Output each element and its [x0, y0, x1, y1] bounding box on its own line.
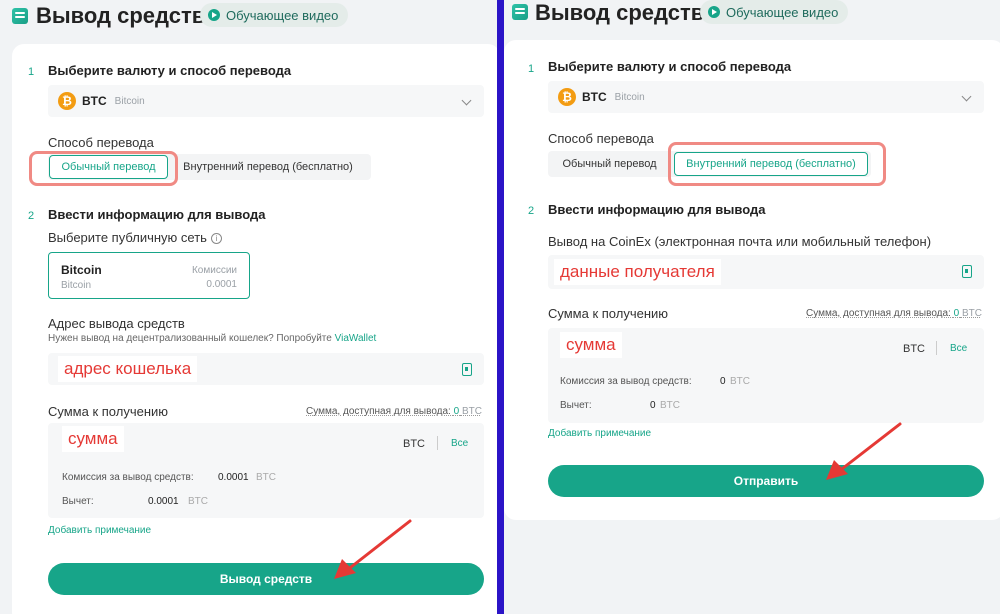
amount-currency: BTC [903, 343, 925, 355]
available-unit: BTC [461, 406, 482, 417]
address-label: Адрес вывода средств [48, 316, 185, 331]
chevron-down-icon [461, 95, 472, 106]
chevron-down-icon [961, 91, 972, 102]
tab-internal-transfer[interactable]: Внутренний перевод (бесплатно) [168, 155, 368, 179]
withdraw-logo-icon [12, 8, 28, 24]
deduct-unit: BTC [660, 400, 680, 411]
amount-annotation[interactable]: сумма [560, 332, 622, 358]
amount-label: Сумма к получению [548, 306, 669, 321]
tutorial-video-label: Обучающее видео [726, 4, 839, 20]
tutorial-video-label: Обучающее видео [226, 7, 339, 23]
available-label: Сумма, доступная для вывода: [306, 406, 451, 417]
currency-code: BTC [582, 90, 607, 104]
address-hint: Нужен вывод на децентрализованный кошеле… [48, 333, 376, 344]
currency-code: BTC [82, 94, 107, 108]
transfer-method-label: Способ перевода [548, 131, 654, 146]
address-hint-text: Нужен вывод на децентрализованный кошеле… [48, 333, 332, 344]
highlight-annotation [668, 142, 886, 186]
btc-icon: ₿ [58, 92, 76, 110]
available-balance[interactable]: Сумма, доступная для вывода: 0 BTC [806, 308, 982, 319]
fee-unit: BTC [730, 376, 750, 387]
recipient-annotation: данные получателя [554, 259, 721, 285]
currency-select[interactable]: ₿ BTC Bitcoin [48, 85, 484, 117]
transfer-method-label: Способ перевода [48, 135, 154, 150]
fee-unit: BTC [256, 472, 276, 483]
address-input[interactable]: адрес кошелька [48, 353, 484, 385]
deduct-unit: BTC [188, 496, 208, 507]
paste-icon[interactable] [462, 363, 472, 376]
available-value: 0 [953, 308, 960, 319]
step2-label: Ввести информацию для вывода [548, 202, 766, 217]
step-number: 1 [28, 66, 35, 78]
currency-select[interactable]: ₿ BTC Bitcoin [548, 81, 984, 113]
play-icon [708, 6, 720, 18]
network-fee-value: 0.0001 [206, 279, 237, 290]
fee-label: Комиссия за вывод средств: [560, 376, 692, 387]
amount-box: сумма BTC Все Комиссия за вывод средств:… [548, 328, 984, 423]
send-submit-button[interactable]: Отправить [548, 465, 984, 497]
step1-label: Выберите валюту и способ перевода [48, 63, 292, 78]
currency-name: Bitcoin [114, 95, 145, 107]
paste-icon[interactable] [962, 265, 972, 278]
btc-icon: ₿ [558, 88, 576, 106]
withdraw-form-card: 1 Выберите валюту и способ перевода ₿ BT… [504, 40, 1000, 520]
currency-name: Bitcoin [614, 91, 645, 103]
network-label-text: Выберите публичную сеть [48, 230, 207, 245]
withdraw-submit-button[interactable]: Вывод средств [48, 563, 484, 595]
add-note-link[interactable]: Добавить примечание [548, 428, 651, 439]
highlight-annotation [29, 151, 178, 186]
page-title: Вывод средств [535, 0, 705, 25]
separator [936, 341, 937, 355]
page-header: Вывод средств Обучающее видео [504, 0, 1000, 40]
play-icon [208, 9, 220, 21]
page-title: Вывод средств [36, 3, 206, 28]
separator [437, 436, 438, 450]
fee-value: 0.0001 [218, 472, 249, 483]
amount-currency: BTC [403, 438, 425, 450]
page-header: Вывод средств Обучающее видео [0, 0, 497, 40]
available-value: 0 [453, 406, 460, 417]
withdraw-panel-internal: Вывод средств Обучающее видео 1 Выберите… [504, 0, 1000, 614]
tab-standard-transfer[interactable]: Обычный перевод [549, 152, 670, 176]
amount-label: Сумма к получению [48, 404, 169, 419]
recipient-input[interactable]: данные получателя [548, 255, 984, 289]
network-fee-label: Комиссии [191, 265, 237, 276]
network-option-bitcoin[interactable]: Bitcoin Bitcoin Комиссии 0.0001 [48, 252, 250, 299]
withdraw-panel-standard: Вывод средств Обучающее видео 1 Выберите… [0, 0, 497, 614]
step-number: 2 [28, 210, 35, 222]
deduct-label: Вычет: [560, 400, 592, 411]
network-label: Выберите публичную сеть i [48, 230, 222, 245]
amount-all-button[interactable]: Все [950, 343, 967, 354]
available-balance[interactable]: Сумма, доступная для вывода: 0 BTC [306, 406, 482, 417]
amount-box: сумма BTC Все Комиссия за вывод средств:… [48, 423, 484, 518]
tutorial-video-button[interactable]: Обучающее видео [200, 3, 349, 27]
tutorial-video-button[interactable]: Обучающее видео [700, 0, 849, 24]
address-annotation: адрес кошелька [58, 356, 198, 382]
network-name: Bitcoin [61, 263, 102, 277]
withdraw-form-card: 1 Выберите валюту и способ перевода ₿ BT… [12, 44, 497, 614]
amount-all-button[interactable]: Все [451, 438, 468, 449]
available-unit: BTC [961, 308, 982, 319]
withdraw-logo-icon [512, 4, 528, 20]
deduct-label: Вычет: [62, 496, 94, 507]
step2-label: Ввести информацию для вывода [48, 207, 266, 222]
fee-label: Комиссия за вывод средств: [62, 472, 194, 483]
step-number: 2 [528, 205, 535, 217]
available-label: Сумма, доступная для вывода: [806, 308, 951, 319]
step1-label: Выберите валюту и способ перевода [548, 59, 792, 74]
info-icon[interactable]: i [210, 233, 222, 244]
amount-annotation[interactable]: сумма [62, 426, 124, 452]
viawallet-link[interactable]: ViaWallet [335, 333, 377, 344]
step-number: 1 [528, 63, 535, 75]
deduct-value: 0 [650, 400, 656, 411]
recipient-label: Вывод на CoinEx (электронная почта или м… [548, 234, 932, 249]
pane-divider [497, 0, 504, 614]
add-note-link[interactable]: Добавить примечание [48, 525, 151, 536]
deduct-value: 0.0001 [148, 496, 179, 507]
network-sub: Bitcoin [61, 280, 92, 291]
fee-value: 0 [720, 376, 726, 387]
